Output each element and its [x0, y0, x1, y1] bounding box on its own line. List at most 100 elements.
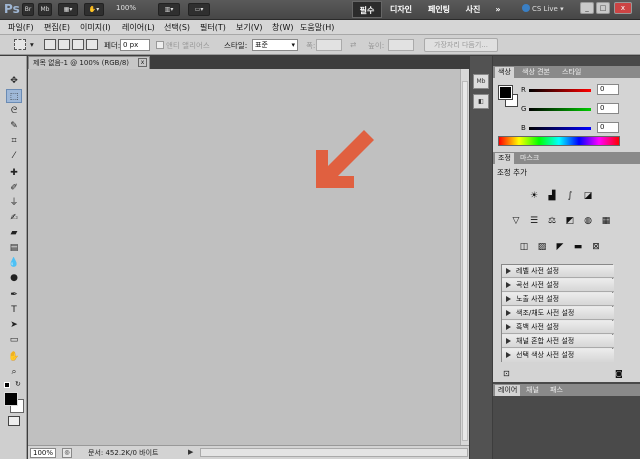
healing-tool-icon[interactable]: ✚ — [6, 166, 22, 180]
menu-layer[interactable]: 레이어(L) — [122, 22, 155, 33]
tab-paths[interactable]: 패스 — [547, 385, 566, 396]
bridge-button[interactable]: Br — [22, 3, 34, 16]
menu-help[interactable]: 도움말(H) — [300, 22, 334, 33]
preset-dropdown-arrow[interactable]: ▾ — [30, 40, 34, 49]
move-tool-icon[interactable]: ✥ — [6, 74, 22, 88]
refine-edge-button[interactable]: 가장자리 다듬기... — [424, 38, 498, 52]
gradient-map-icon[interactable]: ▬ — [571, 240, 585, 254]
document-canvas[interactable] — [28, 69, 460, 445]
new-selection-icon[interactable] — [44, 39, 56, 50]
curves-icon[interactable]: ∫ — [563, 189, 577, 203]
vertical-scroll-thumb[interactable] — [462, 81, 468, 441]
style-select[interactable]: 표준 ▾ — [252, 39, 298, 51]
tab-adjustments[interactable]: 조정 — [495, 153, 514, 164]
invert-icon[interactable]: ◫ — [517, 240, 531, 254]
menu-window[interactable]: 창(W) — [272, 22, 294, 33]
color-spectrum-bar[interactable] — [498, 136, 620, 146]
width-input[interactable] — [316, 39, 342, 51]
menu-select[interactable]: 선택(S) — [164, 22, 190, 33]
dodge-tool-icon[interactable]: ● — [6, 271, 22, 285]
quick-select-tool-icon[interactable]: ✎ — [6, 119, 22, 133]
eyedropper-tool-icon[interactable]: ⁄ — [6, 149, 22, 163]
crop-tool-icon[interactable]: ⌗ — [6, 134, 22, 148]
mini-bridge-panel-icon[interactable]: Mb — [473, 74, 489, 89]
red-slider[interactable] — [529, 89, 591, 92]
subtract-selection-icon[interactable] — [72, 39, 84, 50]
eraser-tool-icon[interactable]: ▰ — [6, 226, 22, 240]
workspace-painting[interactable]: 페인팅 — [424, 1, 454, 18]
zoom-level[interactable]: 100% — [116, 4, 136, 12]
history-brush-tool-icon[interactable]: ✍ — [6, 211, 22, 225]
path-select-tool-icon[interactable]: ➤ — [6, 318, 22, 332]
default-colors-icon[interactable] — [4, 382, 10, 388]
selective-color-icon[interactable]: ⊠ — [589, 240, 603, 254]
gradient-tool-icon[interactable]: ▤ — [6, 241, 22, 255]
close-button[interactable]: x — [614, 2, 632, 14]
blue-value-input[interactable]: 0 — [597, 122, 619, 133]
tab-color[interactable]: 색상 — [495, 67, 514, 78]
photo-filter-icon[interactable]: ◍ — [581, 214, 595, 228]
preset-curves[interactable]: 곡선 사전 설정 — [502, 279, 614, 292]
menu-filter[interactable]: 필터(T) — [200, 22, 226, 33]
tab-swatches[interactable]: 색상 견본 — [519, 67, 553, 78]
menu-file[interactable]: 파일(F) — [8, 22, 34, 33]
vertical-scrollbar[interactable] — [460, 69, 469, 445]
intersect-selection-icon[interactable] — [86, 39, 98, 50]
menu-image[interactable]: 이미지(I) — [80, 22, 111, 33]
pen-tool-icon[interactable]: ✒ — [6, 288, 22, 302]
more-workspaces-button[interactable]: » — [492, 1, 504, 18]
levels-icon[interactable]: ▟ — [545, 189, 559, 203]
swap-colors-icon[interactable]: ↻ — [15, 380, 21, 388]
restore-button[interactable]: □ — [596, 2, 610, 14]
preset-channel-mixer[interactable]: 채널 혼합 사전 설정 — [502, 335, 614, 348]
channel-mixer-icon[interactable]: ▦ — [599, 214, 613, 228]
view-extras-button[interactable]: ▦▾ — [58, 3, 78, 16]
shape-tool-icon[interactable]: ▭ — [6, 333, 22, 347]
workspace-design[interactable]: 디자인 — [386, 1, 416, 18]
status-info-icon[interactable]: ◎ — [62, 448, 72, 458]
menu-edit[interactable]: 편집(E) — [44, 22, 70, 33]
blur-tool-icon[interactable]: 💧 — [6, 256, 22, 270]
marquee-tool-icon[interactable]: ⬚ — [6, 89, 22, 103]
zoom-tool-icon[interactable]: ⌕ — [6, 365, 22, 379]
color-panel-foreground-swatch[interactable] — [498, 85, 513, 100]
status-menu-arrow[interactable]: ▶ — [188, 448, 193, 456]
color-balance-icon[interactable]: ⚖ — [545, 214, 559, 228]
history-panel-icon[interactable]: ◧ — [473, 94, 489, 109]
tab-masks[interactable]: 마스크 — [517, 153, 542, 164]
threshold-icon[interactable]: ◤ — [553, 240, 567, 254]
quick-mask-icon[interactable] — [8, 416, 20, 426]
brightness-icon[interactable]: ☀ — [527, 189, 541, 203]
posterize-icon[interactable]: ▨ — [535, 240, 549, 254]
exposure-icon[interactable]: ◪ — [581, 189, 595, 203]
adjustment-mode-icon[interactable]: ⊡ — [503, 369, 510, 378]
document-tab[interactable]: 제목 없음-1 @ 100% (RGB/8) x — [28, 56, 150, 69]
preset-levels[interactable]: 레벨 사전 설정 — [502, 265, 614, 278]
clip-layer-icon[interactable]: ◙ — [615, 369, 623, 378]
workspace-photography[interactable]: 사진 — [460, 1, 486, 18]
black-white-icon[interactable]: ◩ — [563, 214, 577, 228]
feather-input[interactable]: 0 px — [120, 39, 150, 51]
menu-view[interactable]: 보기(V) — [236, 22, 262, 33]
green-value-input[interactable]: 0 — [597, 103, 619, 114]
red-value-input[interactable]: 0 — [597, 84, 619, 95]
minimize-button[interactable]: _ — [580, 2, 594, 14]
arrange-documents-button[interactable]: ▥▾ — [158, 3, 180, 16]
lasso-tool-icon[interactable]: ᘓ — [6, 104, 22, 118]
brush-tool-icon[interactable]: ✐ — [6, 181, 22, 195]
workspace-essentials[interactable]: 필수 — [352, 1, 382, 18]
preset-selective-color[interactable]: 선택 색상 사전 설정 — [502, 349, 614, 362]
clone-stamp-tool-icon[interactable]: ⏚ — [6, 196, 22, 210]
antialias-checkbox[interactable] — [156, 41, 164, 49]
preset-hue-saturation[interactable]: 색조/채도 사전 설정 — [502, 307, 614, 320]
height-input[interactable] — [388, 39, 414, 51]
horizontal-scrollbar[interactable] — [200, 448, 468, 457]
status-zoom-field[interactable]: 100% — [30, 448, 56, 458]
blue-slider[interactable] — [529, 127, 591, 130]
preset-exposure[interactable]: 노출 사전 설정 — [502, 293, 614, 306]
tab-channels[interactable]: 채널 — [523, 385, 542, 396]
green-slider[interactable] — [529, 108, 591, 111]
type-tool-icon[interactable]: T — [6, 303, 22, 317]
preset-black-white[interactable]: 흑백 사전 설정 — [502, 321, 614, 334]
swap-icon[interactable]: ⇄ — [350, 40, 356, 49]
